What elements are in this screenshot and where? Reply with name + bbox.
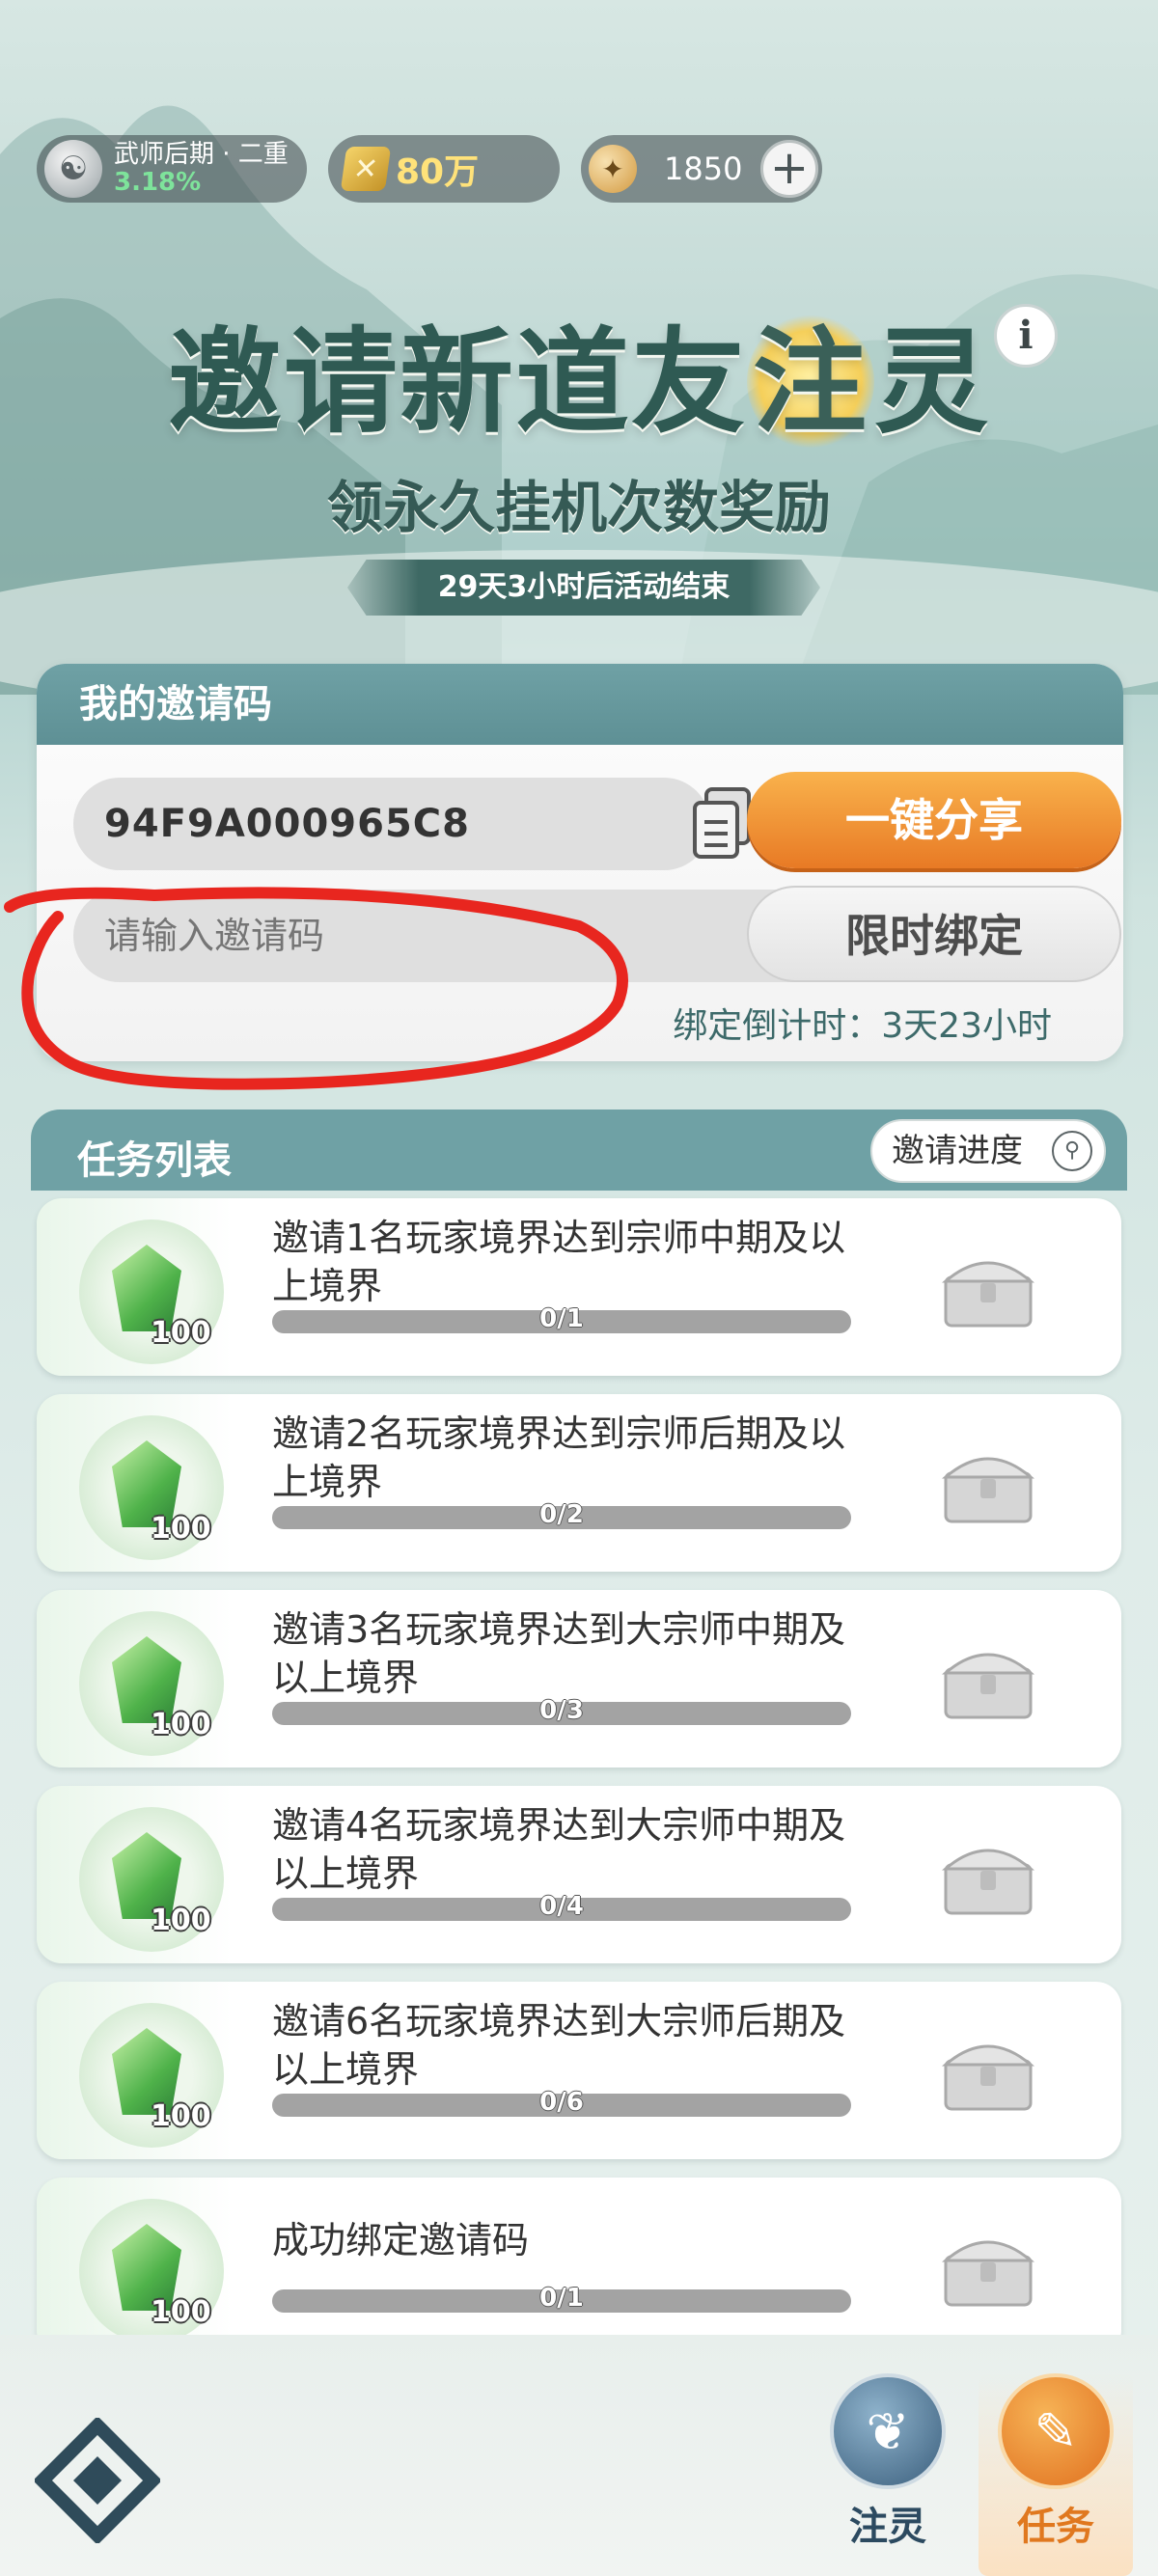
- task-description: 邀请3名玩家境界达到大宗师中期及以上境界: [272, 1608, 846, 1699]
- task-description: 邀请1名玩家境界达到宗师中期及以上境界: [272, 1217, 846, 1307]
- task-progress-bar: 0/6: [272, 2088, 851, 2117]
- bottom-navigation: ❦ 注灵 ✎ 任务: [0, 2335, 1158, 2576]
- task-description: 成功绑定邀请码: [272, 2219, 530, 2261]
- task-progress-bar: 0/1: [272, 2284, 851, 2313]
- task-progress-bar: 0/3: [272, 1696, 851, 1725]
- treasure-chest-icon[interactable]: [940, 2032, 1036, 2113]
- task-card[interactable]: 100 邀请3名玩家境界达到大宗师中期及以上境界 0/3: [37, 1590, 1121, 1768]
- treasure-chest-icon[interactable]: [940, 1640, 1036, 1721]
- task-progress-text: 0/1: [539, 2284, 584, 2313]
- task-list-title: 任务列表: [77, 1138, 232, 1183]
- task-progress-text: 0/2: [539, 1500, 584, 1529]
- tab-task-label: 任务: [1017, 2505, 1094, 2549]
- task-progress-bar: 0/4: [272, 1892, 851, 1921]
- task-progress-text: 0/3: [539, 1696, 584, 1725]
- task-card[interactable]: 100 邀请1名玩家境界达到宗师中期及以上境界 0/1: [37, 1198, 1121, 1376]
- leaf-icon: ❦: [830, 2373, 946, 2489]
- task-card[interactable]: 100 邀请4名玩家境界达到大宗师中期及以上境界 0/4: [37, 1786, 1121, 1963]
- task-card[interactable]: 100 成功绑定邀请码 0/1: [37, 2178, 1121, 2335]
- task-description: 邀请4名玩家境界达到大宗师中期及以上境界: [272, 1804, 846, 1895]
- task-progress-bar: 0/2: [272, 1500, 851, 1529]
- invite-code-input[interactable]: [73, 890, 855, 982]
- bind-countdown: 绑定倒计时：3天23小时: [673, 1006, 1052, 1046]
- gem-counter[interactable]: ✦ 1850 +: [581, 135, 822, 203]
- task-description: 邀请2名玩家境界达到宗师后期及以上境界: [272, 1412, 846, 1503]
- gem-value: 1850: [664, 151, 743, 187]
- task-card[interactable]: 100 邀请2名玩家境界达到宗师后期及以上境界 0/2: [37, 1394, 1121, 1572]
- rank-badge[interactable]: ☯ 武师后期 · 二重 3.18%: [37, 135, 307, 203]
- treasure-chest-icon[interactable]: [940, 1836, 1036, 1917]
- invite-progress-button[interactable]: 邀请进度 ⚲: [870, 1119, 1106, 1183]
- reward-quantity: 100: [151, 2295, 211, 2329]
- task-progress-text: 0/1: [539, 1304, 584, 1333]
- rank-avatar-icon: ☯: [44, 140, 102, 198]
- share-button[interactable]: 一键分享: [747, 772, 1121, 868]
- invite-progress-label: 邀请进度: [892, 1132, 1023, 1170]
- tab-task[interactable]: ✎ 任务: [979, 2373, 1133, 2576]
- reward-quantity: 100: [151, 2099, 211, 2133]
- treasure-chest-icon[interactable]: [940, 2228, 1036, 2309]
- task-progress-text: 0/4: [539, 1892, 584, 1921]
- task-progress-bar: 0/1: [272, 1304, 851, 1333]
- task-card[interactable]: 100 邀请6名玩家境界达到大宗师后期及以上境界 0/6: [37, 1982, 1121, 2159]
- event-title: 邀请新道友注灵: [167, 315, 991, 449]
- rank-progress: 3.18%: [114, 168, 202, 197]
- invite-code-section-title: 我的邀请码: [37, 664, 1123, 745]
- task-list-panel: 任务列表 邀请进度 ⚲ 100 邀请1名玩家境界达到宗师中期及以上境界 0/1 …: [31, 1110, 1127, 2335]
- treasure-chest-icon[interactable]: [940, 1248, 1036, 1329]
- coin-counter[interactable]: ✕ 80万: [328, 135, 560, 203]
- top-status-bar: ☯ 武师后期 · 二重 3.18% ✕ 80万 ✦ 1850 +: [37, 135, 822, 205]
- event-title-block: 邀请新道友注灵 领永久挂机次数奖励: [0, 289, 1158, 543]
- tab-zhuling[interactable]: ❦ 注灵: [811, 2373, 965, 2566]
- title-highlight: 注: [746, 315, 874, 449]
- reward-quantity: 100: [151, 1904, 211, 1937]
- home-logo-icon[interactable]: [35, 2418, 160, 2543]
- coin-value: 80万: [396, 152, 480, 192]
- event-countdown: 29天3小时后活动结束: [347, 560, 820, 616]
- treasure-chest-icon[interactable]: [940, 1444, 1036, 1525]
- reward-quantity: 100: [151, 1512, 211, 1546]
- reward-quantity: 100: [151, 1708, 211, 1741]
- rank-name: 武师后期 · 二重: [114, 140, 289, 170]
- gem-icon: ✦: [589, 145, 637, 193]
- event-subtitle: 领永久挂机次数奖励: [326, 475, 831, 540]
- my-invite-code: 94F9A000965C8: [73, 778, 710, 870]
- coin-icon: ✕: [340, 147, 392, 191]
- user-add-icon: ⚲: [1052, 1131, 1092, 1171]
- scroll-icon: ✎: [998, 2373, 1114, 2489]
- info-button[interactable]: i: [994, 304, 1058, 368]
- task-description: 邀请6名玩家境界达到大宗师后期及以上境界: [272, 2000, 846, 2091]
- add-gem-button[interactable]: +: [760, 140, 818, 198]
- tab-zhuling-label: 注灵: [849, 2505, 926, 2549]
- bind-button[interactable]: 限时绑定: [747, 886, 1121, 982]
- invite-code-card: 我的邀请码 94F9A000965C8 一键分享 限时绑定 绑定倒计时：3天23…: [37, 664, 1123, 1061]
- task-progress-text: 0/6: [539, 2088, 584, 2117]
- reward-quantity: 100: [151, 1316, 211, 1350]
